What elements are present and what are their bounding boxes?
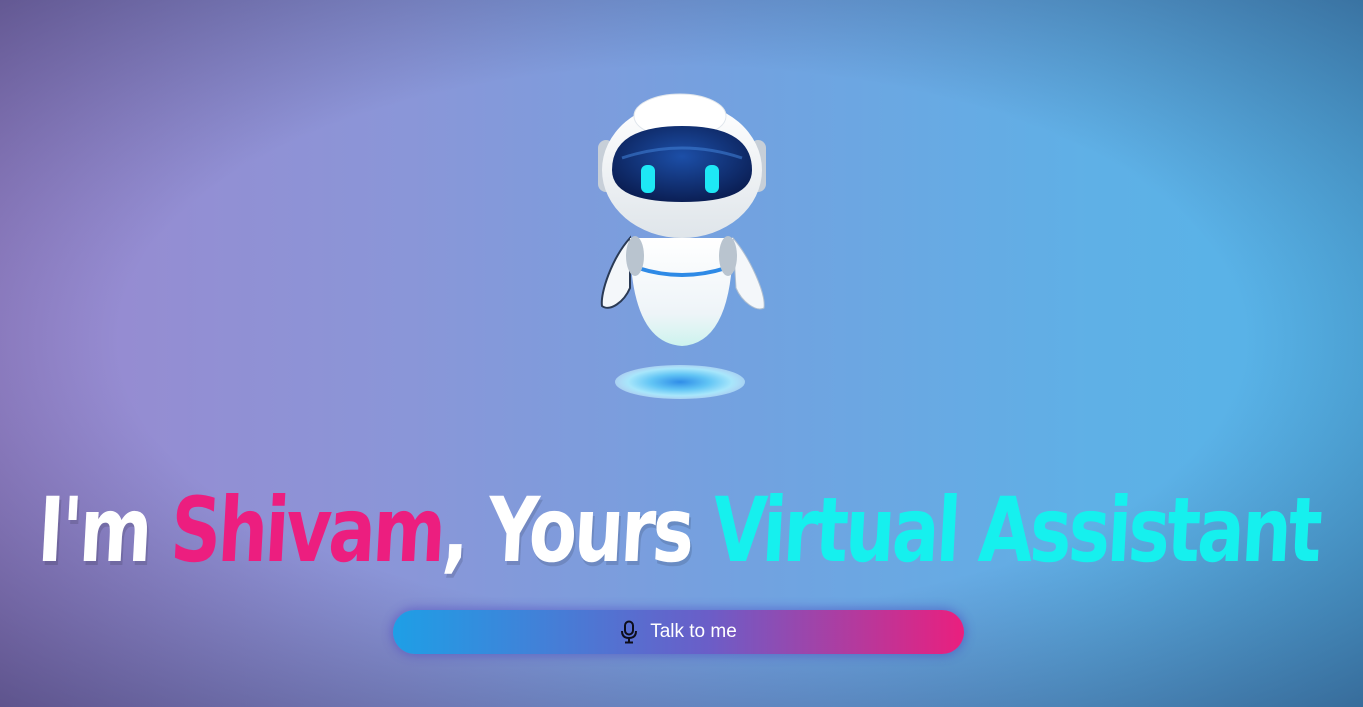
assistant-role: Virtual Assistant	[709, 478, 1323, 583]
page-headline: I'm Shivam, Yours Virtual Assistant	[0, 478, 1363, 583]
microphone-icon	[620, 620, 638, 644]
talk-to-me-button[interactable]: Talk to me	[393, 610, 964, 654]
robot-icon	[590, 88, 775, 408]
assistant-name: Shivam	[168, 478, 446, 583]
headline-intro: I'm	[35, 478, 174, 583]
headline-connector: , Yours	[440, 478, 716, 583]
talk-button-label: Talk to me	[650, 621, 737, 642]
